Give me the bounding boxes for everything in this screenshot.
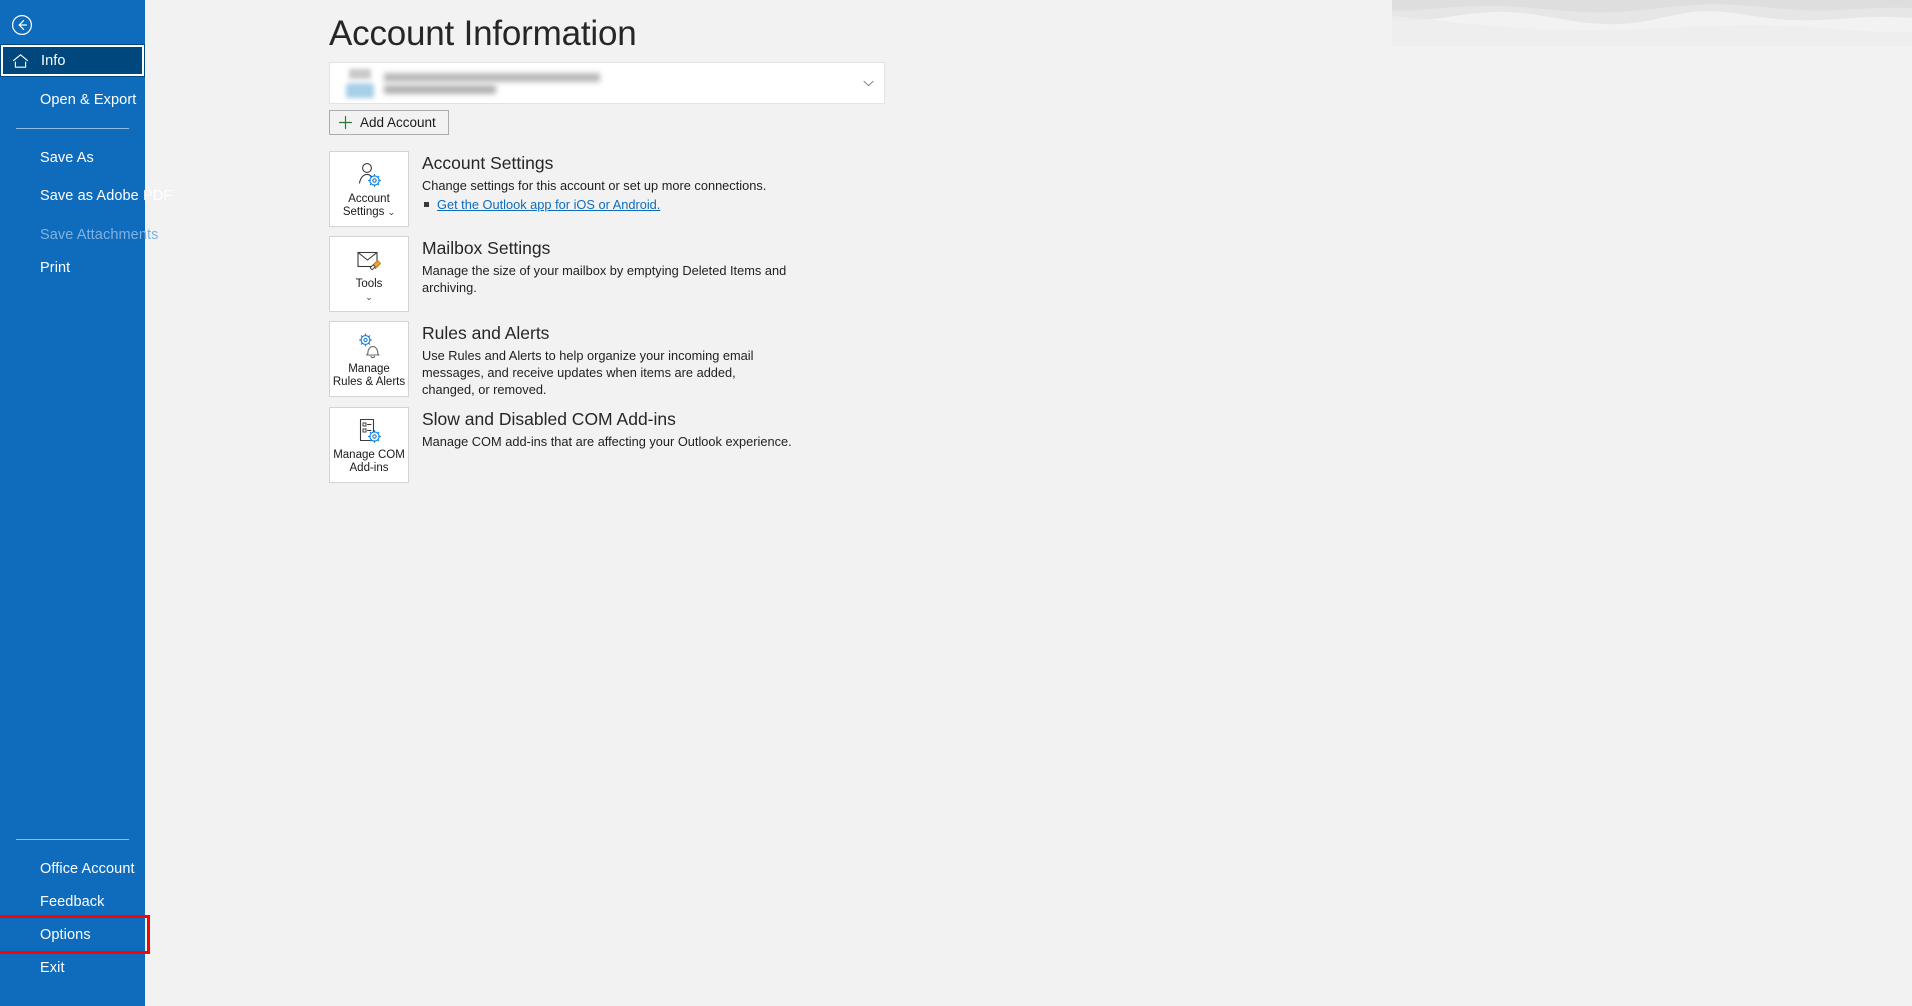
settings-sections: Account Settings ⌄ Account Settings Chan… (329, 151, 1912, 483)
back-button[interactable] (0, 6, 44, 44)
sidebar-item-label: Exit (40, 959, 65, 976)
section-title: Rules and Alerts (422, 323, 550, 343)
plus-icon (338, 115, 353, 130)
page-title: Account Information (329, 14, 637, 53)
section-description: Change settings for this account or set … (422, 178, 767, 193)
mailbox-tools-button-label: Tools (355, 278, 383, 290)
section-description: Manage the size of your mailbox by empty… (422, 263, 787, 295)
sidebar-item-feedback[interactable]: Feedback (0, 885, 145, 918)
square-bullet-icon (424, 202, 429, 207)
main-content-pane: Account Information Add Account Account … (145, 0, 1912, 1006)
sidebar-item-exit[interactable]: Exit (0, 951, 145, 984)
sidebar-item-label: Print (40, 259, 71, 276)
outlook-app-link-row: Get the Outlook app for iOS or Android. (422, 196, 766, 213)
section-title: Account Settings (422, 153, 554, 173)
section-title: Slow and Disabled COM Add-ins (422, 409, 676, 429)
mailbox-tools-button[interactable]: Tools ⌄ (329, 236, 409, 312)
chevron-down-icon[interactable] (863, 74, 874, 92)
sidebar-item-print[interactable]: Print (0, 251, 145, 284)
sidebar-item-label: Info (41, 52, 66, 69)
home-icon (12, 53, 29, 69)
add-account-button[interactable]: Add Account (329, 110, 449, 135)
section-mailbox-settings: Tools ⌄ Mailbox Settings Manage the size… (329, 236, 1912, 312)
account-selector[interactable] (329, 62, 885, 104)
rules-alerts-description-block: Rules and Alerts Use Rules and Alerts to… (409, 321, 782, 398)
section-description: Use Rules and Alerts to help organize yo… (422, 348, 754, 397)
section-rules-and-alerts: Manage Rules & Alerts Rules and Alerts U… (329, 321, 1912, 398)
rail-divider-bottom (16, 839, 129, 840)
person-gear-icon (354, 160, 384, 190)
backstage-view: Info Open & Export Save As Save as Adobe… (0, 0, 1912, 1006)
mailbox-settings-description-block: Mailbox Settings Manage the size of your… (409, 236, 842, 296)
sidebar-item-open-and-export[interactable]: Open & Export (0, 83, 145, 116)
rail-divider-top (16, 128, 129, 129)
manage-com-addins-button-label: Manage COM Add-ins (333, 449, 405, 474)
manage-rules-alerts-button-label: Manage Rules & Alerts (332, 363, 406, 388)
com-addins-description-block: Slow and Disabled COM Add-ins Manage COM… (409, 407, 792, 450)
gear-bell-icon (354, 330, 384, 360)
account-settings-description-block: Account Settings Change settings for thi… (409, 151, 766, 213)
mailbox-cleanup-icon (354, 245, 384, 275)
account-settings-button-label: Account Settings ⌄ (342, 193, 396, 218)
account-settings-button[interactable]: Account Settings ⌄ (329, 151, 409, 227)
sidebar-item-save-as[interactable]: Save As (0, 141, 145, 174)
account-name-redacted (384, 84, 496, 94)
sidebar-item-save-attachments: Save Attachments (0, 218, 158, 251)
sidebar-item-options[interactable]: Options (0, 915, 150, 954)
section-account-settings: Account Settings ⌄ Account Settings Chan… (329, 151, 1912, 227)
circle-back-arrow-icon (12, 15, 32, 35)
sidebar-item-label: Options (40, 926, 91, 943)
add-account-label: Add Account (360, 115, 436, 130)
section-description: Manage COM add-ins that are affecting yo… (422, 434, 792, 449)
manage-rules-alerts-button[interactable]: Manage Rules & Alerts (329, 321, 409, 397)
sidebar-item-save-as-adobe-pdf[interactable]: Save as Adobe PDF (0, 174, 172, 218)
com-addins-icon (354, 416, 384, 446)
sidebar-item-info[interactable]: Info (0, 44, 145, 77)
sidebar-item-label: Save Attachments (40, 226, 159, 243)
chevron-down-icon: ⌄ (387, 207, 396, 217)
sidebar-item-label: Save As (40, 149, 94, 166)
account-identity (384, 72, 600, 94)
chevron-down-icon: ⌄ (365, 292, 373, 302)
sidebar-item-label: Office Account (40, 860, 135, 877)
backstage-navigation-rail: Info Open & Export Save As Save as Adobe… (0, 0, 172, 1006)
sidebar-item-label: Open & Export (40, 91, 137, 108)
section-title: Mailbox Settings (422, 238, 551, 258)
manage-com-addins-button[interactable]: Manage COM Add-ins (329, 407, 409, 483)
sidebar-item-label: Feedback (40, 893, 105, 910)
section-com-addins: Manage COM Add-ins Slow and Disabled COM… (329, 407, 1912, 483)
account-email-redacted (384, 72, 600, 82)
person-avatar-icon (344, 68, 376, 98)
get-outlook-app-link[interactable]: Get the Outlook app for iOS or Android. (437, 196, 660, 213)
sidebar-item-office-account[interactable]: Office Account (0, 852, 145, 885)
